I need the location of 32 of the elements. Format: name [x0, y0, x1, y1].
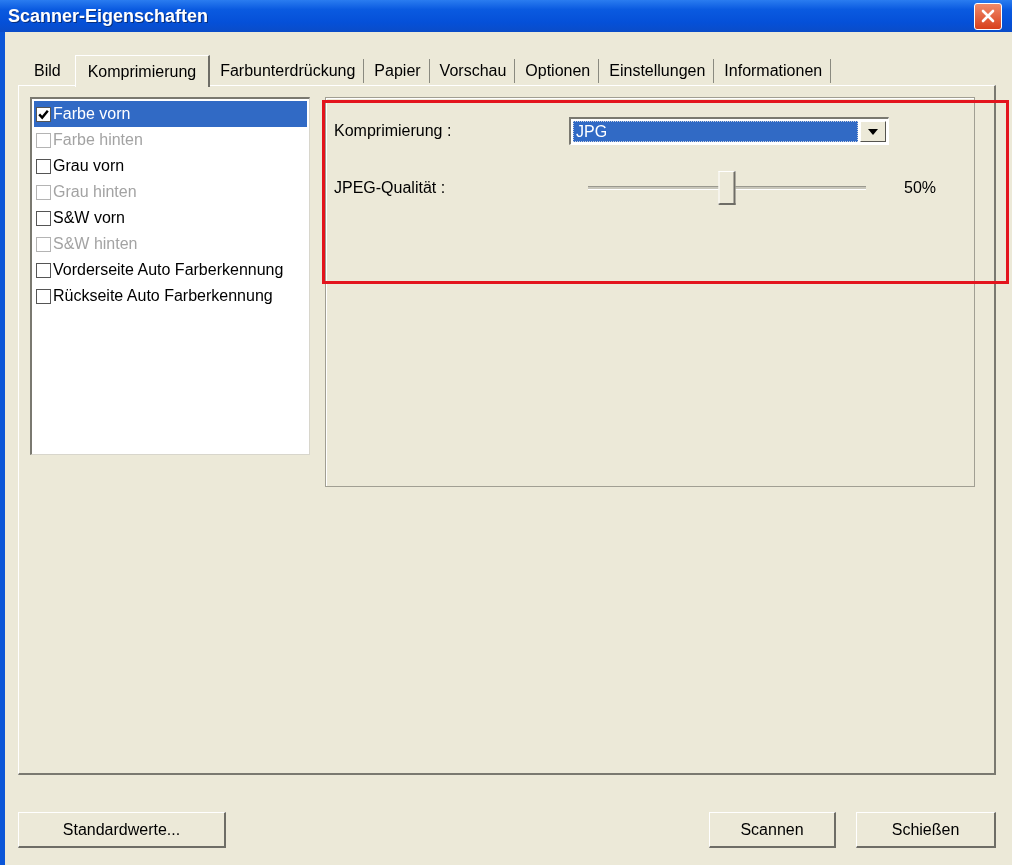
checkbox[interactable]: [36, 288, 51, 304]
tab[interactable]: Einstellungen: [599, 59, 715, 83]
caret-icon: [868, 128, 878, 135]
dropdown-arrow-button[interactable]: [860, 121, 886, 142]
tab[interactable]: Bild: [18, 59, 75, 83]
list-item[interactable]: S&W vorn: [34, 205, 307, 231]
close-icon: [980, 8, 996, 24]
close-button[interactable]: [974, 2, 1002, 30]
slider-value: 50%: [904, 179, 937, 197]
field-label: Komprimierung :: [334, 122, 453, 140]
list-item[interactable]: Vorderseite Auto Farberkennung: [34, 257, 307, 283]
tab[interactable]: Vorschau: [429, 59, 516, 83]
list-item[interactable]: Rückseite Auto Farberkennung: [34, 283, 307, 309]
checkbox[interactable]: [36, 262, 51, 278]
window-title: Scanner-Eigenschaften: [8, 5, 209, 27]
defaults-button[interactable]: Standardwerte...: [18, 812, 226, 848]
list-item[interactable]: Grau vorn: [34, 153, 307, 179]
dialog-button[interactable]: Scannen: [709, 812, 836, 848]
field-label: JPEG-Qualität :: [334, 179, 447, 197]
tab[interactable]: Optionen: [515, 59, 600, 83]
slider-track[interactable]: [588, 171, 866, 205]
checkbox[interactable]: [36, 158, 51, 174]
dialog-button[interactable]: Schießen: [856, 812, 996, 848]
checkbox[interactable]: [36, 106, 51, 122]
list-item[interactable]: Farbe vorn: [34, 101, 307, 127]
slider-thumb[interactable]: [718, 171, 736, 205]
checkbox[interactable]: [36, 210, 51, 226]
tab[interactable]: Papier: [364, 59, 430, 83]
tab[interactable]: Farbunterdrückung: [210, 59, 365, 83]
tab[interactable]: Komprimierung: [74, 55, 211, 87]
tab[interactable]: Informationen: [714, 59, 832, 83]
compression-dropdown[interactable]: JPG: [569, 117, 889, 145]
